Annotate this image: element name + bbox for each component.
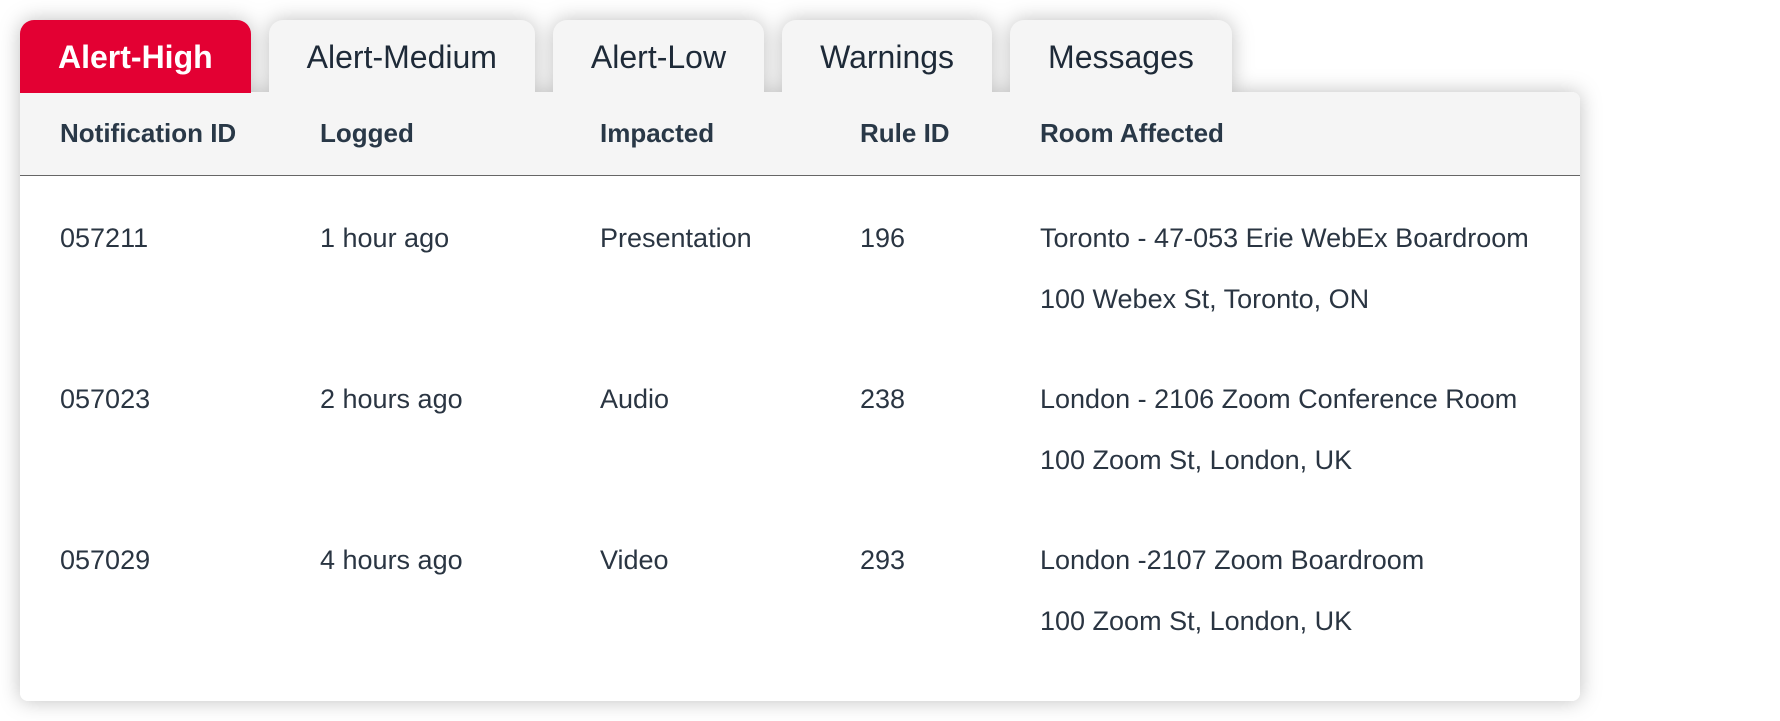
col-header-notification-id: Notification ID (60, 118, 320, 149)
tab-alert-medium[interactable]: Alert-Medium (269, 20, 535, 93)
table-row[interactable]: 057023 2 hours ago Audio 238 London - 21… (20, 349, 1580, 510)
cell-impacted: Audio (600, 379, 860, 420)
table-row[interactable]: 057211 1 hour ago Presentation 196 Toron… (20, 188, 1580, 349)
tab-alert-high[interactable]: Alert-High (20, 20, 251, 93)
col-header-rule-id: Rule ID (860, 118, 1040, 149)
tab-content: Notification ID Logged Impacted Rule ID … (20, 92, 1580, 701)
cell-logged: 4 hours ago (320, 540, 600, 581)
room-address: 100 Webex St, Toronto, ON (1040, 279, 1540, 320)
cell-logged: 1 hour ago (320, 218, 600, 259)
col-header-room-affected: Room Affected (1040, 118, 1540, 149)
cell-rule-id: 196 (860, 218, 1040, 259)
tab-alert-low[interactable]: Alert-Low (553, 20, 764, 93)
cell-notification-id: 057023 (60, 379, 320, 420)
cell-impacted: Presentation (600, 218, 860, 259)
room-address: 100 Zoom St, London, UK (1040, 440, 1540, 481)
cell-notification-id: 057029 (60, 540, 320, 581)
cell-room-affected: London - 2106 Zoom Conference Room 100 Z… (1040, 379, 1540, 480)
table-header: Notification ID Logged Impacted Rule ID … (20, 92, 1580, 176)
cell-logged: 2 hours ago (320, 379, 600, 420)
tab-warnings[interactable]: Warnings (782, 20, 992, 93)
cell-room-affected: London -2107 Zoom Boardroom 100 Zoom St,… (1040, 540, 1540, 641)
room-name: London -2107 Zoom Boardroom (1040, 545, 1424, 575)
room-name: London - 2106 Zoom Conference Room (1040, 384, 1517, 414)
cell-room-affected: Toronto - 47-053 Erie WebEx Boardroom 10… (1040, 218, 1540, 319)
table-row[interactable]: 057029 4 hours ago Video 293 London -210… (20, 510, 1580, 671)
cell-impacted: Video (600, 540, 860, 581)
cell-notification-id: 057211 (60, 218, 320, 259)
notifications-panel: Alert-High Alert-Medium Alert-Low Warnin… (20, 20, 1580, 701)
room-name: Toronto - 47-053 Erie WebEx Boardroom (1040, 223, 1529, 253)
tab-bar: Alert-High Alert-Medium Alert-Low Warnin… (20, 20, 1580, 93)
tab-messages[interactable]: Messages (1010, 20, 1232, 93)
col-header-logged: Logged (320, 118, 600, 149)
table-body: 057211 1 hour ago Presentation 196 Toron… (20, 176, 1580, 701)
cell-rule-id: 238 (860, 379, 1040, 420)
room-address: 100 Zoom St, London, UK (1040, 601, 1540, 642)
cell-rule-id: 293 (860, 540, 1040, 581)
col-header-impacted: Impacted (600, 118, 860, 149)
